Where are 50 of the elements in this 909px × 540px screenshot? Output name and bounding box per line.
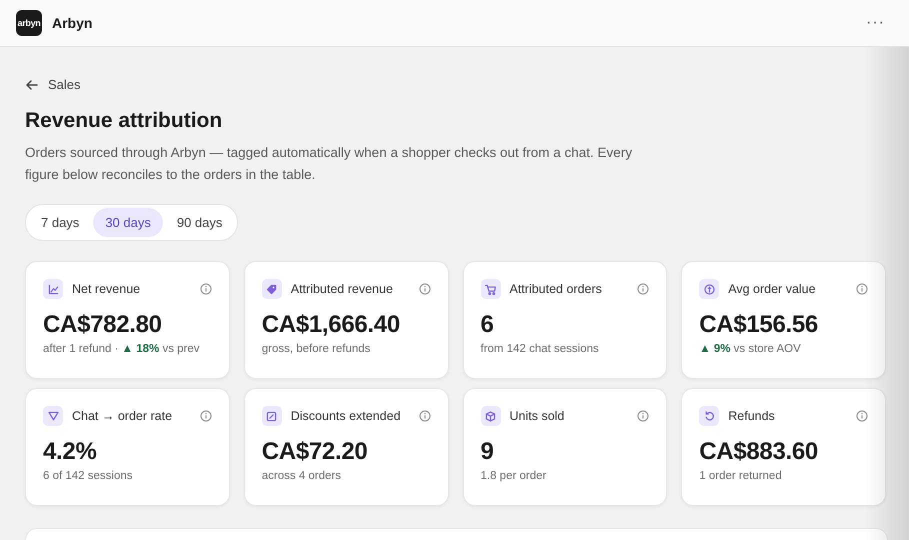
card-value: 6 [480, 311, 495, 339]
more-menu-button[interactable]: ··· [864, 14, 887, 32]
funnel-icon [43, 406, 63, 426]
info-icon[interactable] [418, 410, 430, 422]
chart-icon [43, 279, 63, 299]
card-label: Attributed revenue [290, 282, 393, 296]
card-value: CA$1,666.40 [262, 311, 401, 339]
card-value: CA$72.20 [262, 438, 368, 466]
coin-icon [699, 279, 720, 299]
card-label: Net revenue [72, 282, 140, 296]
card-caption: 1 order returned [699, 470, 783, 482]
info-icon[interactable] [637, 410, 650, 422]
card-label: Refunds [728, 409, 775, 423]
card-caption: across 4 orders [262, 470, 342, 482]
card-caption: gross, before refunds [262, 343, 372, 355]
info-icon[interactable] [856, 283, 868, 295]
cart-icon [480, 279, 500, 299]
card-value: CA$156.56 [699, 311, 819, 339]
card-caption: 6 of 142 sessions [43, 470, 134, 482]
card-value: CA$782.80 [43, 311, 163, 339]
refund-icon [699, 406, 720, 426]
info-icon[interactable] [637, 283, 650, 295]
card-value: 4.2% [43, 438, 98, 466]
box-icon [480, 406, 500, 426]
back-link[interactable]: Sales [25, 77, 81, 92]
info-icon[interactable] [856, 410, 868, 422]
page-title: Revenue attribution [25, 109, 224, 133]
card-label: Attributed orders [510, 282, 602, 296]
info-icon[interactable] [200, 283, 212, 295]
range-tab[interactable]: 30 days [93, 208, 163, 237]
info-icon[interactable] [418, 283, 430, 295]
card-label: Chat → order rate [72, 409, 172, 423]
card-value: 9 [480, 438, 495, 466]
discount-icon [262, 406, 282, 426]
info-icon[interactable] [200, 410, 212, 422]
card-label: Discounts extended [290, 409, 401, 423]
card-caption: 1.8 per order [480, 470, 548, 482]
tag-icon [262, 279, 282, 299]
card-caption: after 1 refund · ▲ 18% vs prev [43, 343, 201, 355]
card-label: Units sold [510, 409, 564, 423]
back-arrow-icon [25, 78, 39, 92]
range-tab[interactable]: 7 days [29, 208, 92, 237]
card-caption: ▲ 9% vs store AOV [699, 343, 802, 355]
card-label: Avg order value [728, 282, 816, 296]
app-logo: arbyn [16, 10, 42, 36]
range-tab[interactable]: 90 days [164, 208, 234, 237]
card-caption: from 142 chat sessions [480, 343, 600, 355]
app-name: Arbyn [52, 15, 92, 31]
card-value: CA$883.60 [699, 438, 819, 466]
page-description: Orders sourced through Arbyn — tagged automatically when a shopper checks out from a chat. Every figure below reconciles to the orders in the table. [25, 144, 634, 184]
